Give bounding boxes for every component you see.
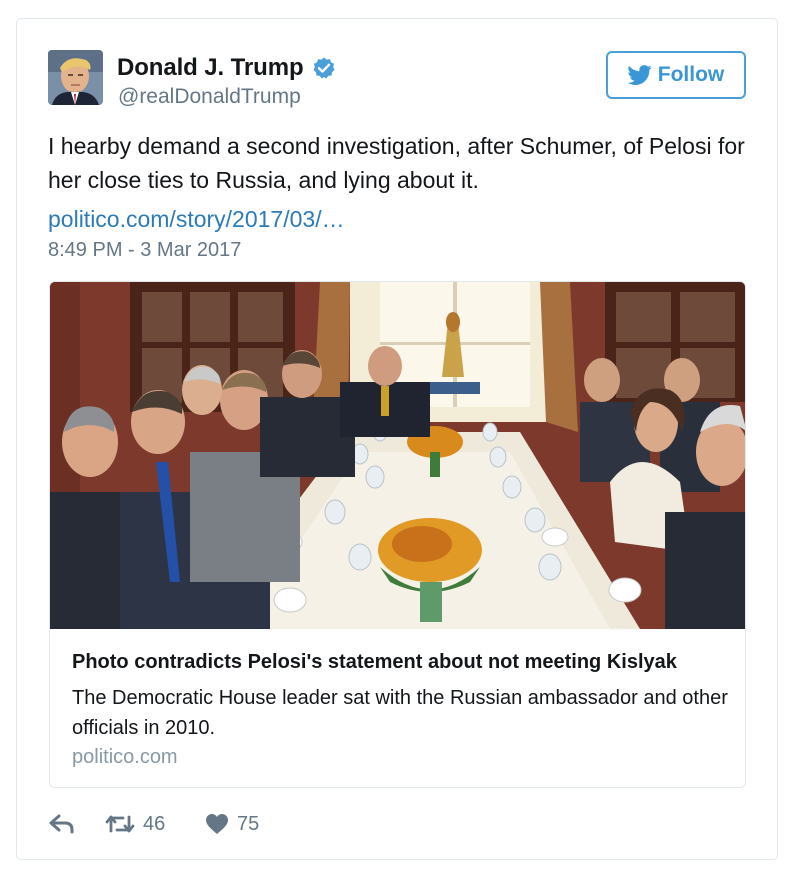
tweet-link[interactable]: politico.com/story/2017/03/… bbox=[48, 202, 345, 236]
retweet-button[interactable]: 46 bbox=[105, 813, 205, 836]
user-handle[interactable]: @realDonaldTrump bbox=[118, 85, 301, 109]
card-title: Photo contradicts Pelosi's statement abo… bbox=[72, 651, 677, 673]
tweet-card: Donald J. Trump @realDonaldTrump Follow … bbox=[16, 18, 778, 860]
card-photo bbox=[50, 282, 745, 629]
retweet-count: 46 bbox=[143, 812, 166, 835]
display-name[interactable]: Donald J. Trump bbox=[117, 54, 304, 82]
heart-icon bbox=[205, 813, 229, 835]
link-card[interactable]: Photo contradicts Pelosi's statement abo… bbox=[49, 281, 746, 788]
reply-icon bbox=[49, 814, 75, 834]
twitter-bird-icon bbox=[627, 65, 652, 85]
reply-button[interactable] bbox=[49, 814, 105, 834]
avatar[interactable] bbox=[48, 50, 103, 105]
like-button[interactable]: 75 bbox=[205, 813, 259, 836]
tweet-actions: 46 75 bbox=[49, 809, 259, 839]
retweet-icon bbox=[105, 813, 135, 835]
like-count: 75 bbox=[237, 812, 260, 835]
tweet-timestamp[interactable]: 8:49 PM - 3 Mar 2017 bbox=[48, 237, 241, 263]
card-description: The Democratic House leader sat with the… bbox=[72, 687, 728, 739]
follow-label: Follow bbox=[657, 63, 725, 86]
verified-badge-icon bbox=[312, 56, 336, 80]
tweet-text: I hearby demand a second investigation, … bbox=[48, 133, 745, 193]
card-domain: politico.com bbox=[72, 746, 178, 768]
follow-button[interactable]: Follow bbox=[606, 51, 746, 99]
name-row: Donald J. Trump bbox=[117, 54, 336, 82]
